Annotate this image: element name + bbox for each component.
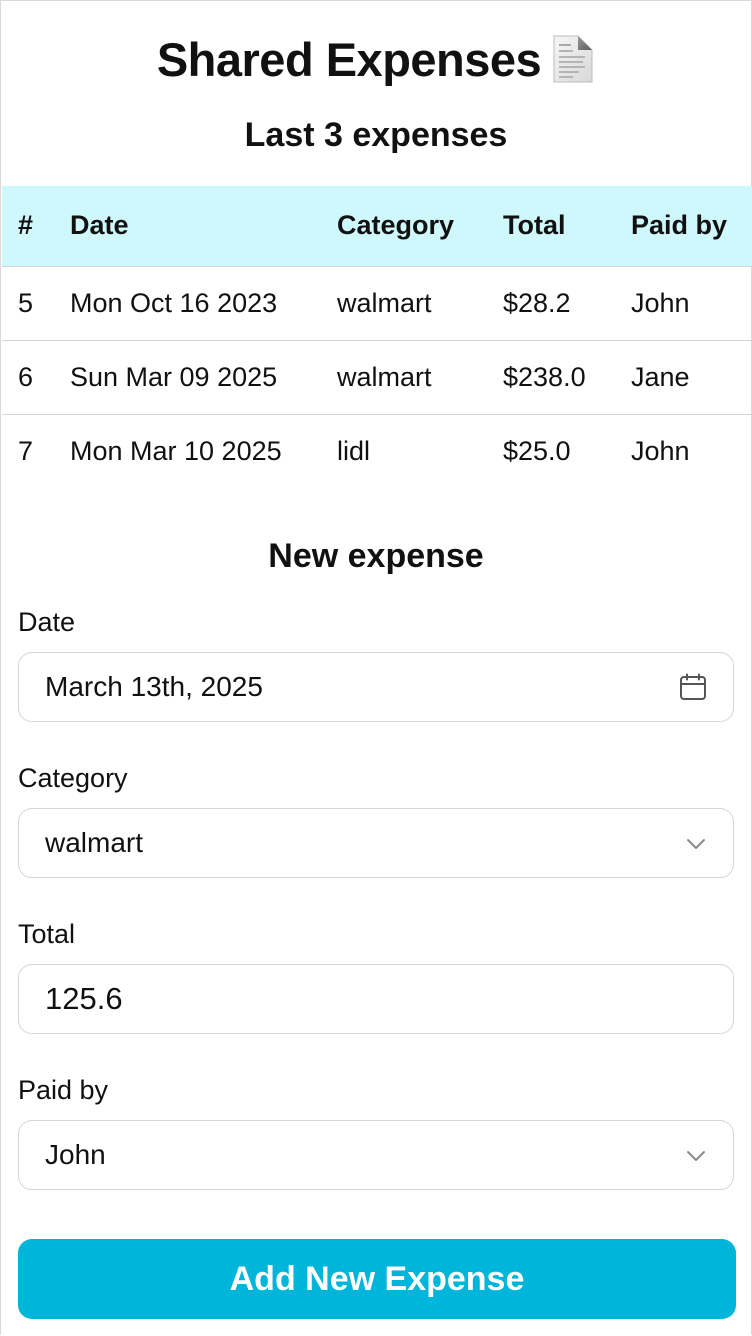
expenses-table: # Date Category Total Paid by 5 Mon Oct … bbox=[2, 186, 752, 488]
column-header-paid-by: Paid by bbox=[631, 210, 728, 241]
cell-category: walmart bbox=[337, 287, 432, 318]
page-title-text: Shared Expenses bbox=[156, 33, 542, 86]
cell-total: $238.0 bbox=[503, 361, 586, 392]
total-input[interactable]: 125.6 bbox=[18, 964, 734, 1034]
table-row: 7 Mon Mar 10 2025 lidl $25.0 John bbox=[2, 414, 752, 488]
paid-by-value: John bbox=[45, 1139, 106, 1170]
cell-total: $28.2 bbox=[503, 287, 571, 318]
recent-expenses-title: Last 3 expenses bbox=[244, 116, 508, 154]
paid-by-label: Paid by bbox=[18, 1075, 109, 1105]
cell-total: $25.0 bbox=[503, 435, 571, 466]
table-header-row: # Date Category Total Paid by bbox=[2, 186, 752, 266]
cell-category: lidl bbox=[337, 435, 371, 466]
cell-date: Mon Mar 10 2025 bbox=[70, 435, 282, 466]
document-icon bbox=[551, 34, 595, 98]
cell-date: Mon Oct 16 2023 bbox=[70, 287, 278, 318]
calendar-icon[interactable] bbox=[679, 673, 707, 706]
total-label: Total bbox=[18, 919, 76, 949]
column-header-date: Date bbox=[70, 210, 129, 241]
new-expense-title: New expense bbox=[268, 537, 484, 575]
paid-by-select[interactable]: John bbox=[18, 1120, 734, 1190]
column-header-category: Category bbox=[337, 210, 455, 241]
column-header-total: Total bbox=[503, 210, 566, 241]
table-row: 6 Sun Mar 09 2025 walmart $238.0 Jane bbox=[2, 340, 752, 414]
date-label: Date bbox=[18, 607, 76, 637]
chevron-down-icon bbox=[685, 1145, 707, 1172]
chevron-down-icon bbox=[685, 833, 707, 860]
add-new-expense-button[interactable]: Add New Expense bbox=[18, 1239, 736, 1319]
cell-category: walmart bbox=[337, 361, 432, 392]
cell-paid-by: Jane bbox=[631, 361, 690, 392]
cell-date: Sun Mar 09 2025 bbox=[70, 361, 278, 392]
date-picker-input[interactable]: March 13th, 2025 bbox=[18, 652, 734, 722]
cell-number: 5 bbox=[18, 287, 34, 318]
page-title: Shared Expenses bbox=[0, 30, 752, 98]
category-label: Category bbox=[18, 763, 128, 793]
cell-number: 7 bbox=[18, 435, 34, 466]
column-header-number: # bbox=[18, 210, 34, 241]
cell-number: 6 bbox=[18, 361, 34, 392]
cell-paid-by: John bbox=[631, 287, 690, 318]
cell-paid-by: John bbox=[631, 435, 690, 466]
date-value: March 13th, 2025 bbox=[45, 671, 263, 702]
total-value: 125.6 bbox=[45, 981, 123, 1016]
category-select[interactable]: walmart bbox=[18, 808, 734, 878]
category-value: walmart bbox=[45, 827, 144, 858]
table-row: 5 Mon Oct 16 2023 walmart $28.2 John bbox=[2, 266, 752, 340]
